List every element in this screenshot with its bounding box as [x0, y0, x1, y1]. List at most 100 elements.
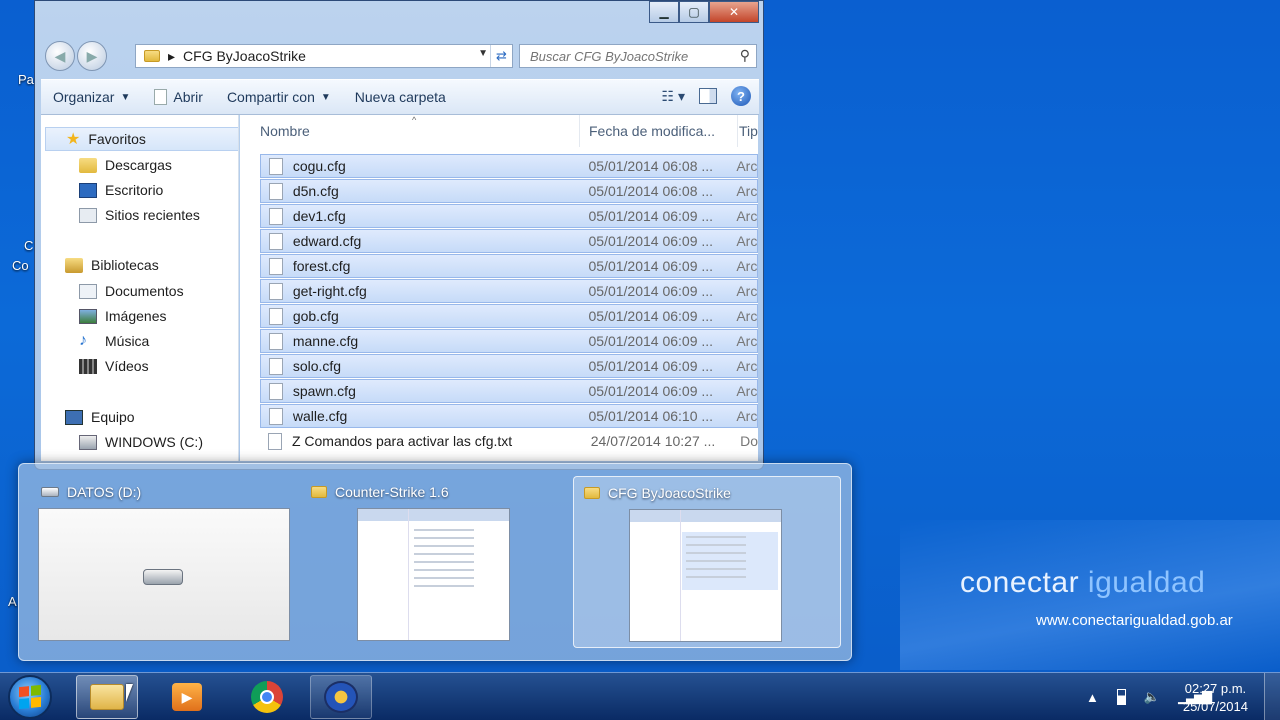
nav-libraries[interactable]: Bibliotecas — [65, 253, 159, 277]
preview-pane-icon[interactable] — [699, 88, 717, 104]
file-icon — [269, 357, 283, 375]
file-date: 05/01/2014 06:08 ... — [588, 158, 714, 174]
file-date: 05/01/2014 06:09 ... — [588, 358, 714, 374]
nav-favorites[interactable]: ★ Favoritos — [45, 127, 238, 151]
nav-videos[interactable]: Vídeos — [79, 354, 149, 378]
file-icon — [269, 157, 283, 175]
nav-label: Escritorio — [105, 182, 164, 198]
nav-label: Sitios recientes — [105, 207, 200, 223]
file-row[interactable]: d5n.cfg 05/01/2014 06:08 ... Arc — [260, 179, 758, 203]
file-row[interactable]: get-right.cfg 05/01/2014 06:09 ... Arc — [260, 279, 758, 303]
battery-icon[interactable] — [1116, 689, 1126, 705]
nav-label: Bibliotecas — [91, 257, 159, 273]
column-header-name[interactable]: Nombre ^ — [240, 115, 580, 147]
refresh-icon[interactable]: ⇄ — [490, 45, 512, 67]
folder-icon — [90, 684, 124, 710]
file-row[interactable]: solo.cfg 05/01/2014 06:09 ... Arc — [260, 354, 758, 378]
show-desktop-button[interactable] — [1264, 673, 1280, 720]
computer-icon — [65, 409, 83, 425]
nav-computer[interactable]: Equipo — [65, 405, 135, 429]
column-header-date[interactable]: Fecha de modifica... — [580, 115, 738, 147]
nav-documents[interactable]: Documentos — [79, 279, 184, 303]
organize-button[interactable]: Organizar ▼ — [41, 89, 142, 105]
drive-icon — [79, 434, 97, 450]
address-bar[interactable]: ▸ CFG ByJoacoStrike ▼ ⇄ — [135, 44, 513, 68]
start-button[interactable] — [8, 675, 52, 719]
file-type: Arc — [736, 283, 758, 299]
file-row[interactable]: manne.cfg 05/01/2014 06:09 ... Arc — [260, 329, 758, 353]
open-button[interactable]: Abrir — [142, 89, 215, 105]
help-icon[interactable]: ? — [731, 86, 751, 106]
nav-label: Favoritos — [88, 131, 146, 147]
brand-url: www.conectarigualdad.gob.ar — [1036, 612, 1233, 629]
file-type: Arc — [736, 333, 758, 349]
clock-date: 25/07/2014 — [1182, 699, 1248, 714]
new-folder-button[interactable]: Nueva carpeta — [343, 89, 458, 105]
thumbnail-counter-strike[interactable]: Counter-Strike 1.6 — [303, 464, 569, 654]
new-folder-label: Nueva carpeta — [354, 89, 446, 105]
nav-images[interactable]: Imágenes — [79, 304, 166, 328]
thumbnail-cfg[interactable]: CFG ByJoacoStrike — [573, 476, 841, 648]
taskbar-media-player-button[interactable]: ▶ — [156, 675, 218, 719]
close-button[interactable]: ✕ — [709, 1, 759, 23]
nav-downloads[interactable]: Descargas — [79, 153, 172, 177]
thumbnail-datos[interactable]: DATOS (D:) — [27, 464, 293, 654]
music-icon: ♪ — [79, 332, 87, 349]
back-button[interactable]: ◀ — [45, 41, 75, 71]
maximize-button[interactable]: ▢ — [679, 1, 709, 23]
file-name: walle.cfg — [292, 408, 348, 424]
organize-label: Organizar — [53, 89, 115, 105]
clock[interactable]: 02:27 p.m. 25/07/2014 — [1183, 680, 1248, 716]
file-type: Arc — [736, 183, 758, 199]
nav-label: Vídeos — [105, 358, 149, 374]
thumbnail-title: CFG ByJoacoStrike — [584, 485, 731, 501]
share-button[interactable]: Compartir con ▼ — [215, 89, 343, 105]
volume-icon[interactable]: 🔈 — [1144, 689, 1160, 705]
nav-recent[interactable]: Sitios recientes — [79, 203, 200, 227]
file-type: Arc — [736, 408, 758, 424]
file-row[interactable]: walle.cfg 05/01/2014 06:10 ... Arc — [260, 404, 758, 428]
nav-drive-c[interactable]: WINDOWS (C:) — [79, 430, 203, 454]
column-label: Fecha de modifica... — [589, 123, 716, 139]
file-row[interactable]: gob.cfg 05/01/2014 06:09 ... Arc — [260, 304, 758, 328]
file-type: Arc — [736, 308, 758, 324]
search-input[interactable] — [530, 48, 730, 64]
column-label: Tip — [739, 123, 758, 139]
taskbar-audio-app-button[interactable] — [310, 675, 372, 719]
thumbnail-label: DATOS (D:) — [67, 484, 142, 500]
windows-logo-icon — [19, 684, 41, 710]
chevron-down-icon[interactable]: ▼ — [478, 48, 488, 59]
brand-logo: conectar igualdad — [960, 566, 1206, 599]
command-bar: Organizar ▼ Abrir Compartir con ▼ Nueva ca… — [41, 79, 759, 115]
view-options-icon[interactable]: ☷ ▾ — [662, 88, 685, 105]
minimize-button[interactable]: ▁ — [649, 1, 679, 23]
file-date: 05/01/2014 06:09 ... — [588, 333, 714, 349]
file-row[interactable]: Z Comandos para activar las cfg.txt 24/07… — [260, 429, 758, 453]
show-hidden-icons-icon[interactable]: ▲ — [1086, 690, 1099, 705]
file-type: Arc — [736, 358, 758, 374]
chrome-icon — [251, 681, 283, 713]
file-row[interactable]: edward.cfg 05/01/2014 06:09 ... Arc — [260, 229, 758, 253]
taskbar-chrome-button[interactable] — [236, 675, 298, 719]
desktop-icon — [79, 182, 97, 198]
forward-button[interactable]: ▶ — [77, 41, 107, 71]
nav-label: Documentos — [105, 283, 184, 299]
file-name: solo.cfg — [292, 358, 342, 374]
nav-music[interactable]: ♪ Música — [79, 329, 149, 353]
breadcrumb[interactable]: CFG ByJoacoStrike — [183, 48, 306, 64]
file-row[interactable]: spawn.cfg 05/01/2014 06:09 ... Arc — [260, 379, 758, 403]
desktop: { "window":{"address":"CFG ByJoacoStrike… — [0, 0, 1280, 720]
media-player-icon: ▶ — [172, 683, 202, 711]
chevron-down-icon: ▼ — [120, 91, 131, 103]
search-icon[interactable]: ⚲ — [740, 47, 750, 64]
nav-label: Imágenes — [105, 308, 167, 324]
nav-desktop[interactable]: Escritorio — [79, 178, 163, 202]
share-label: Compartir con — [226, 89, 315, 105]
file-row[interactable]: cogu.cfg 05/01/2014 06:08 ... Arc — [260, 154, 758, 178]
column-header-type[interactable]: Tip — [738, 115, 758, 147]
search-box[interactable]: ⚲ — [519, 44, 757, 68]
thumbnail-label: Counter-Strike 1.6 — [335, 484, 449, 500]
taskbar: ▶ ▲ 🔈 ▁▃▅▇ 02:27 p.m. 25/07/2014 — [0, 672, 1280, 720]
file-row[interactable]: forest.cfg 05/01/2014 06:09 ... Arc — [260, 254, 758, 278]
file-row[interactable]: dev1.cfg 05/01/2014 06:09 ... Arc — [260, 204, 758, 228]
